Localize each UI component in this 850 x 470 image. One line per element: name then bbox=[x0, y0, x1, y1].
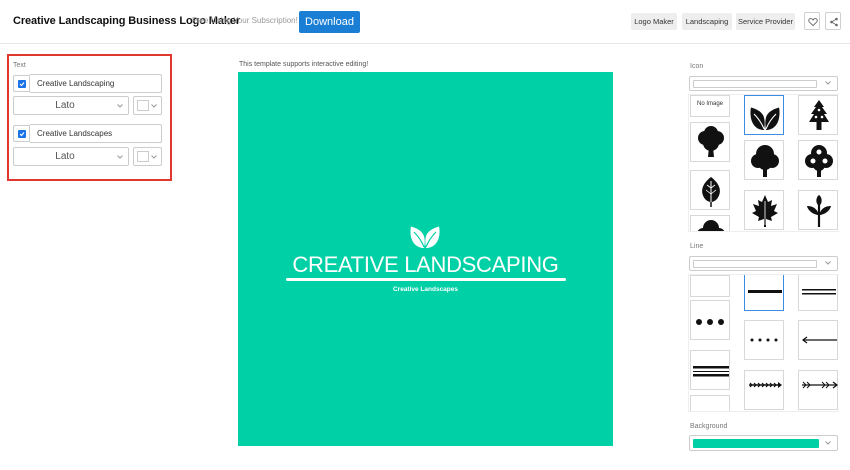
tag-logo-maker[interactable]: Logo Maker bbox=[631, 13, 677, 30]
leaves-icon[interactable] bbox=[409, 225, 441, 249]
icon-category-select[interactable] bbox=[689, 76, 838, 91]
text-1-color-select[interactable] bbox=[133, 96, 162, 115]
line-tile-arrow[interactable] bbox=[798, 320, 838, 360]
background-color-swatch bbox=[693, 439, 819, 448]
line-tile-double[interactable] bbox=[798, 275, 838, 311]
chevron-down-icon bbox=[151, 104, 157, 108]
text-1-checkbox[interactable] bbox=[13, 75, 30, 92]
line-tile-big-dots[interactable] bbox=[690, 300, 730, 340]
chevron-down-icon bbox=[825, 81, 831, 85]
background-section-label: Background bbox=[690, 423, 728, 430]
bushy-tree-icon bbox=[751, 145, 779, 177]
chevron-down-icon bbox=[151, 155, 157, 159]
icon-tile-leaf[interactable] bbox=[690, 170, 730, 210]
text-2-checkbox[interactable] bbox=[13, 125, 30, 142]
leaf-pair-icon bbox=[750, 107, 780, 130]
line-style-select[interactable] bbox=[689, 256, 838, 271]
bush-icon bbox=[697, 220, 725, 231]
text-1-font-value: Lato bbox=[55, 100, 75, 111]
icon-section-label: Icon bbox=[690, 63, 704, 70]
line-tile-blank[interactable] bbox=[690, 395, 730, 411]
icon-tile-bushy-tree[interactable] bbox=[744, 140, 784, 180]
icon-tile-spotted-tree[interactable] bbox=[798, 140, 838, 180]
check-icon bbox=[19, 82, 25, 87]
small-dots-line-icon bbox=[750, 338, 778, 342]
text-2-font-value: Lato bbox=[55, 151, 75, 162]
chevron-down-icon bbox=[825, 441, 831, 445]
share-button[interactable] bbox=[825, 12, 841, 30]
arrow-line-icon bbox=[802, 336, 837, 344]
top-bar: Creative Landscaping Business Logo Maker… bbox=[0, 0, 850, 44]
icon-tile-round-tree[interactable] bbox=[690, 122, 730, 162]
heart-icon bbox=[808, 18, 818, 27]
chevron-down-icon bbox=[117, 155, 123, 159]
arrow-chevrons-line-icon bbox=[749, 382, 782, 388]
tag-landscaping[interactable]: Landscaping bbox=[682, 13, 732, 30]
sprout-icon bbox=[807, 195, 831, 227]
background-color-select[interactable] bbox=[689, 435, 838, 451]
icon-tile-sprout[interactable] bbox=[798, 190, 838, 230]
chevron-down-icon bbox=[825, 261, 831, 265]
thick-line-icon bbox=[748, 290, 782, 293]
line-grid bbox=[688, 274, 839, 412]
favorite-button[interactable] bbox=[804, 12, 820, 30]
subscription-note: Free Using Your Subscription! bbox=[192, 16, 298, 25]
logo-subtitle-text[interactable]: Creative Landscapes bbox=[238, 286, 613, 293]
round-tree-icon bbox=[698, 126, 724, 157]
pine-tree-icon bbox=[809, 100, 829, 130]
text-1-font-select[interactable]: Lato bbox=[13, 96, 129, 115]
line-tile-arrow-chevrons[interactable] bbox=[744, 370, 784, 410]
line-tile-triple[interactable] bbox=[690, 350, 730, 390]
icon-tile-no-image[interactable]: No Image bbox=[690, 95, 730, 117]
leaf-icon bbox=[702, 177, 720, 207]
maple-leaf-icon bbox=[752, 195, 778, 227]
icon-tile-maple-leaf[interactable] bbox=[744, 190, 784, 230]
line-section-label: Line bbox=[690, 243, 704, 250]
tag-service-provider[interactable]: Service Provider bbox=[736, 13, 795, 30]
logo-title-text[interactable]: CREATIVE LANDSCAPING bbox=[238, 252, 613, 278]
spotted-tree-icon bbox=[805, 145, 833, 177]
line-tile-fletched-arrow[interactable] bbox=[798, 370, 838, 410]
fletched-arrow-line-icon bbox=[802, 381, 838, 389]
line-tile-small-dots[interactable] bbox=[744, 320, 784, 360]
icon-tile-bush[interactable] bbox=[690, 215, 730, 231]
icon-tile-leaf-pair[interactable] bbox=[744, 95, 784, 135]
share-icon bbox=[830, 17, 838, 27]
big-dots-line-icon bbox=[696, 319, 724, 325]
text-2-input[interactable]: Creative Landscapes bbox=[30, 124, 162, 143]
logo-divider-line[interactable] bbox=[286, 278, 566, 281]
text-section-label: Text bbox=[13, 62, 26, 69]
color-swatch bbox=[137, 100, 149, 111]
chevron-down-icon bbox=[117, 104, 123, 108]
text-1-input[interactable]: Creative Landscaping bbox=[30, 74, 162, 93]
triple-line-icon bbox=[693, 366, 729, 377]
text-2-color-select[interactable] bbox=[133, 147, 162, 166]
check-icon bbox=[19, 132, 25, 137]
icon-tile-pine-tree[interactable] bbox=[798, 95, 838, 135]
color-swatch bbox=[137, 151, 149, 162]
line-tile-thick[interactable] bbox=[744, 275, 784, 311]
interactive-editing-note: This template supports interactive editi… bbox=[239, 61, 369, 68]
text-2-font-select[interactable]: Lato bbox=[13, 147, 129, 166]
no-image-label: No Image bbox=[696, 101, 723, 107]
download-button[interactable]: Download bbox=[299, 11, 360, 33]
line-tile-blank[interactable] bbox=[690, 275, 730, 297]
double-line-icon bbox=[802, 289, 836, 295]
icon-grid: No Image bbox=[688, 94, 839, 232]
